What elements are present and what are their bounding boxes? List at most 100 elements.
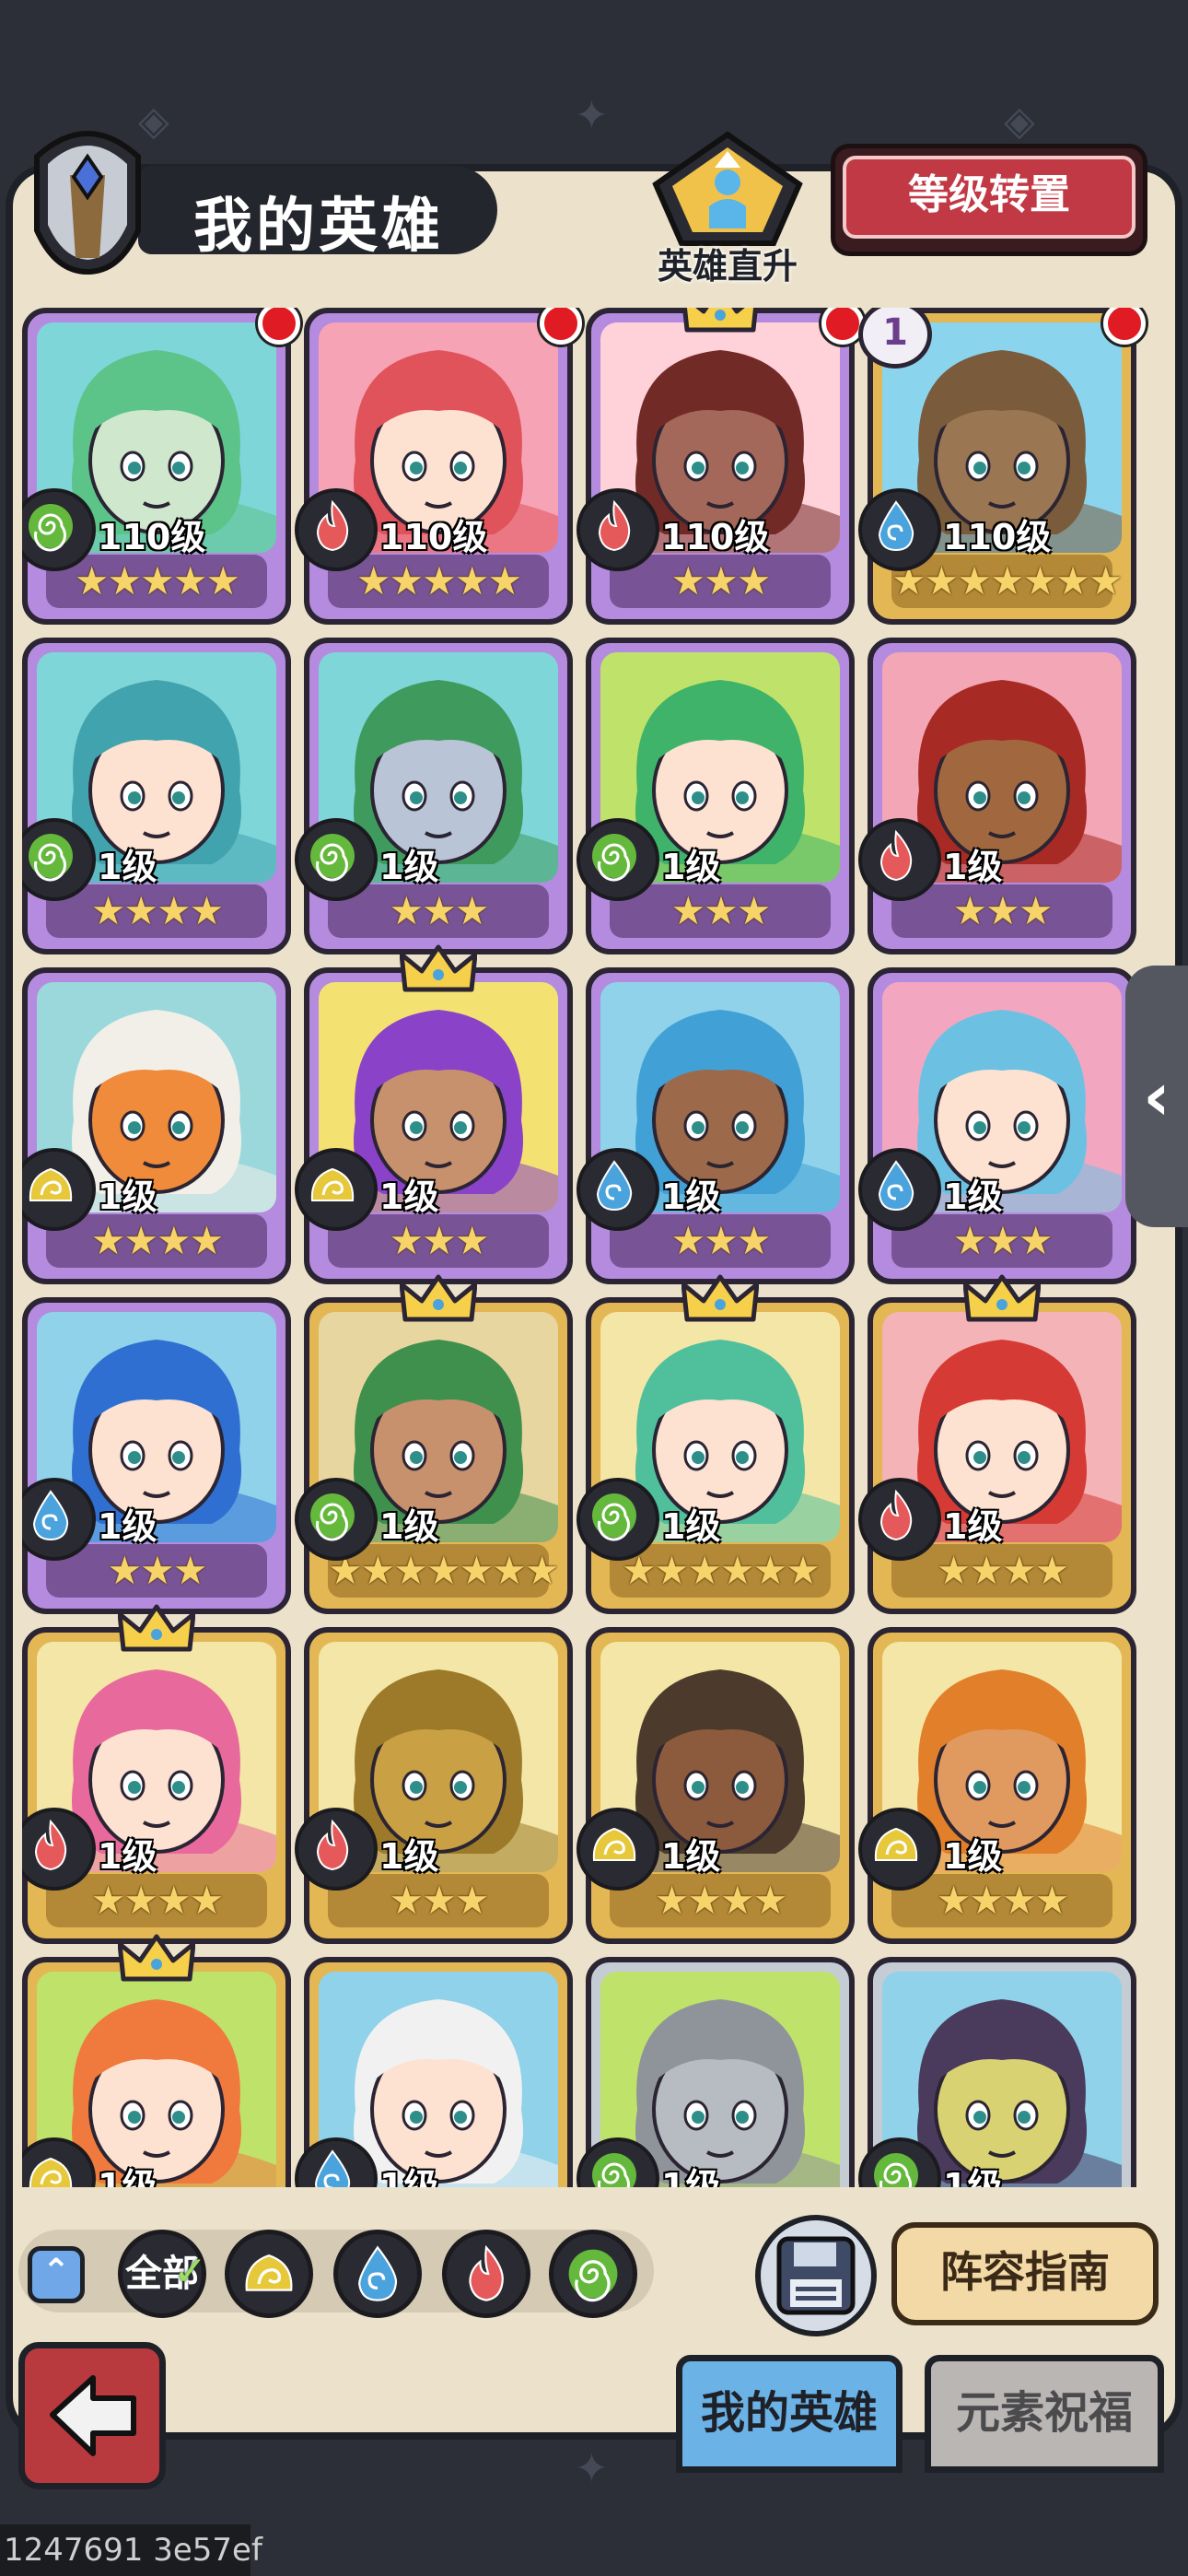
notification-dot (821, 308, 864, 345)
hero-card[interactable]: ★★★ 1级 (858, 967, 1140, 1295)
star-rating: ★★★★ (936, 1878, 1070, 1923)
hero-card[interactable]: ★★★ 1级 (858, 1957, 1140, 2187)
star-rating: ★★★★★★ (622, 1548, 821, 1593)
star-rating: ★★★ (389, 1878, 490, 1923)
filter-wind-button[interactable] (549, 2230, 637, 2318)
hero-level: 1级 (943, 2166, 1003, 2187)
star-rating: ★★★★ (936, 1548, 1070, 1593)
hero-card[interactable]: ★★★★ 1级 (858, 1627, 1140, 1955)
crown-icon (962, 1273, 1042, 1329)
earth-element-icon (577, 1808, 659, 1891)
hero-card[interactable]: ★★★ 1级 (577, 1957, 858, 2187)
fire-element-icon (858, 818, 941, 901)
star-rating: ★★★★ (90, 1878, 225, 1923)
floppy-disk-icon (776, 2236, 856, 2315)
helmet-emblem-icon (18, 120, 157, 276)
hero-level: 1级 (379, 847, 439, 887)
hero-card[interactable]: ★★★ 1级 (295, 638, 577, 966)
hero-card[interactable]: ★★★★★★★ 1级 (295, 1274, 577, 1625)
background-ornament: ◈ (1004, 98, 1035, 145)
star-rating: ★★★ (670, 888, 772, 933)
chevron-left-icon: ‹ (1143, 1058, 1171, 1135)
hero-card-frame: ★★★★★★ (586, 1297, 855, 1614)
star-rating: ★★★ (952, 888, 1054, 933)
save-lineup-button[interactable] (755, 2215, 877, 2336)
fire-element-icon (577, 488, 659, 571)
crown-icon (399, 943, 478, 999)
filter-earth-button[interactable] (225, 2230, 313, 2318)
notification-dot (258, 308, 300, 345)
hero-card[interactable]: ★★★★ 1级 (577, 1627, 858, 1955)
water-element-icon (858, 488, 941, 571)
star-rating: ★★★★ (90, 1218, 225, 1263)
hero-card[interactable]: ★★★★★ 110级 (295, 308, 582, 636)
level-transfer-label: 等级转置 (843, 156, 1136, 239)
crown-icon (399, 1273, 478, 1329)
level-transfer-button[interactable]: 等级转置 (831, 144, 1147, 256)
hero-card-frame: ★★★★ (586, 1627, 855, 1944)
background-ornament: ✦ (575, 92, 609, 139)
hero-level: 1级 (661, 1836, 721, 1877)
hero-grid: ★★★★★ 110级 ★★★★★ 110级 ★★★ 110级 ★★★★★★★ 1… (22, 308, 1155, 2187)
star-rating: ★★★ (952, 1218, 1054, 1263)
star-rating: ★★★★★★★ (891, 558, 1124, 603)
hero-level: 110级 (661, 517, 770, 557)
hero-card-frame: ★★★★★★★ (304, 1297, 573, 1614)
hero-card[interactable]: ★★★★★ 110级 (22, 308, 300, 636)
back-button[interactable] (18, 2342, 166, 2489)
hero-card[interactable]: ★★★ 1级 (858, 638, 1140, 966)
hero-card[interactable]: ★★★ 1级 (22, 1934, 295, 2187)
bottom-bar: ⌃ 全部 ✓ 阵容指南 我的英雄 元素祝福 (0, 2189, 1188, 2576)
hero-card[interactable]: ★★★ 1级 (577, 967, 858, 1295)
hero-card-frame: ★★★★ (22, 967, 291, 1284)
hero-level: 1级 (943, 1177, 1003, 1217)
hero-level: 110级 (379, 517, 488, 557)
hero-card[interactable]: ★★★★ 1级 (858, 1274, 1140, 1625)
hero-card-frame: ★★★ (868, 967, 1136, 1284)
hero-card[interactable]: ★★★ 1级 (22, 1297, 295, 1625)
filter-fire-button[interactable] (442, 2230, 530, 2318)
side-drawer-handle[interactable]: ‹ (1125, 966, 1188, 1227)
title-plate: 我的英雄 (138, 166, 497, 261)
collapse-filter-button[interactable]: ⌃ (28, 2246, 85, 2303)
hero-card[interactable]: ★★★★ 1级 (22, 1604, 295, 1955)
hero-card[interactable]: ★★★ 1级 (295, 944, 577, 1295)
tab-my-heroes[interactable]: 我的英雄 (676, 2355, 903, 2473)
check-icon: ✓ (173, 2248, 207, 2295)
filter-water-button[interactable] (333, 2230, 422, 2318)
crown-icon (117, 1603, 196, 1658)
hero-level: 1级 (98, 1506, 157, 1547)
back-arrow-icon (50, 2375, 136, 2456)
hero-promote-button[interactable]: 英雄直升 (645, 129, 810, 287)
star-rating: ★★★★★★★ (328, 1548, 560, 1593)
hero-level: 1级 (379, 1506, 439, 1547)
hero-level: 1级 (98, 847, 157, 887)
fire-element-icon (858, 1478, 941, 1561)
star-rating: ★★★★ (654, 1878, 788, 1923)
build-id-label: 1247691 3e57ef (0, 2524, 262, 2576)
star-rating: ★★★ (389, 1218, 490, 1263)
hero-level: 1级 (943, 1506, 1003, 1547)
hero-card[interactable]: ★★★★★★★ 110级 1 (858, 308, 1146, 636)
hero-card[interactable]: ★★★ 1级 (577, 638, 858, 966)
hero-level: 1级 (98, 1836, 157, 1877)
chevron-up-icon: ⌃ (41, 2253, 71, 2290)
hero-promote-label: 英雄直升 (657, 246, 798, 287)
star-rating: ★★★ (107, 1548, 208, 1593)
hero-card[interactable]: ★★★ 110级 (577, 308, 864, 636)
hero-card-frame: ★★★★★ (22, 308, 291, 625)
hero-card[interactable]: ★★★★ 1级 (22, 967, 295, 1295)
hero-level: 110级 (98, 517, 206, 557)
hero-card[interactable]: ★★★ 1级 (295, 1957, 577, 2187)
hero-card-frame: ★★★★ (868, 1297, 1136, 1614)
hero-level: 1级 (98, 1177, 157, 1217)
tab-element-blessing[interactable]: 元素祝福 (925, 2355, 1164, 2473)
lineup-guide-button[interactable]: 阵容指南 (891, 2222, 1159, 2325)
filter-all-button[interactable]: 全部 ✓ (118, 2230, 207, 2318)
hero-card[interactable]: ★★★ 1级 (295, 1627, 577, 1955)
hero-card[interactable]: ★★★★ 1级 (22, 638, 295, 966)
water-element-icon (577, 1148, 659, 1231)
hero-card[interactable]: ★★★★★★ 1级 (577, 1274, 858, 1625)
hero-level: 1级 (661, 847, 721, 887)
star-rating: ★★★ (670, 1218, 772, 1263)
